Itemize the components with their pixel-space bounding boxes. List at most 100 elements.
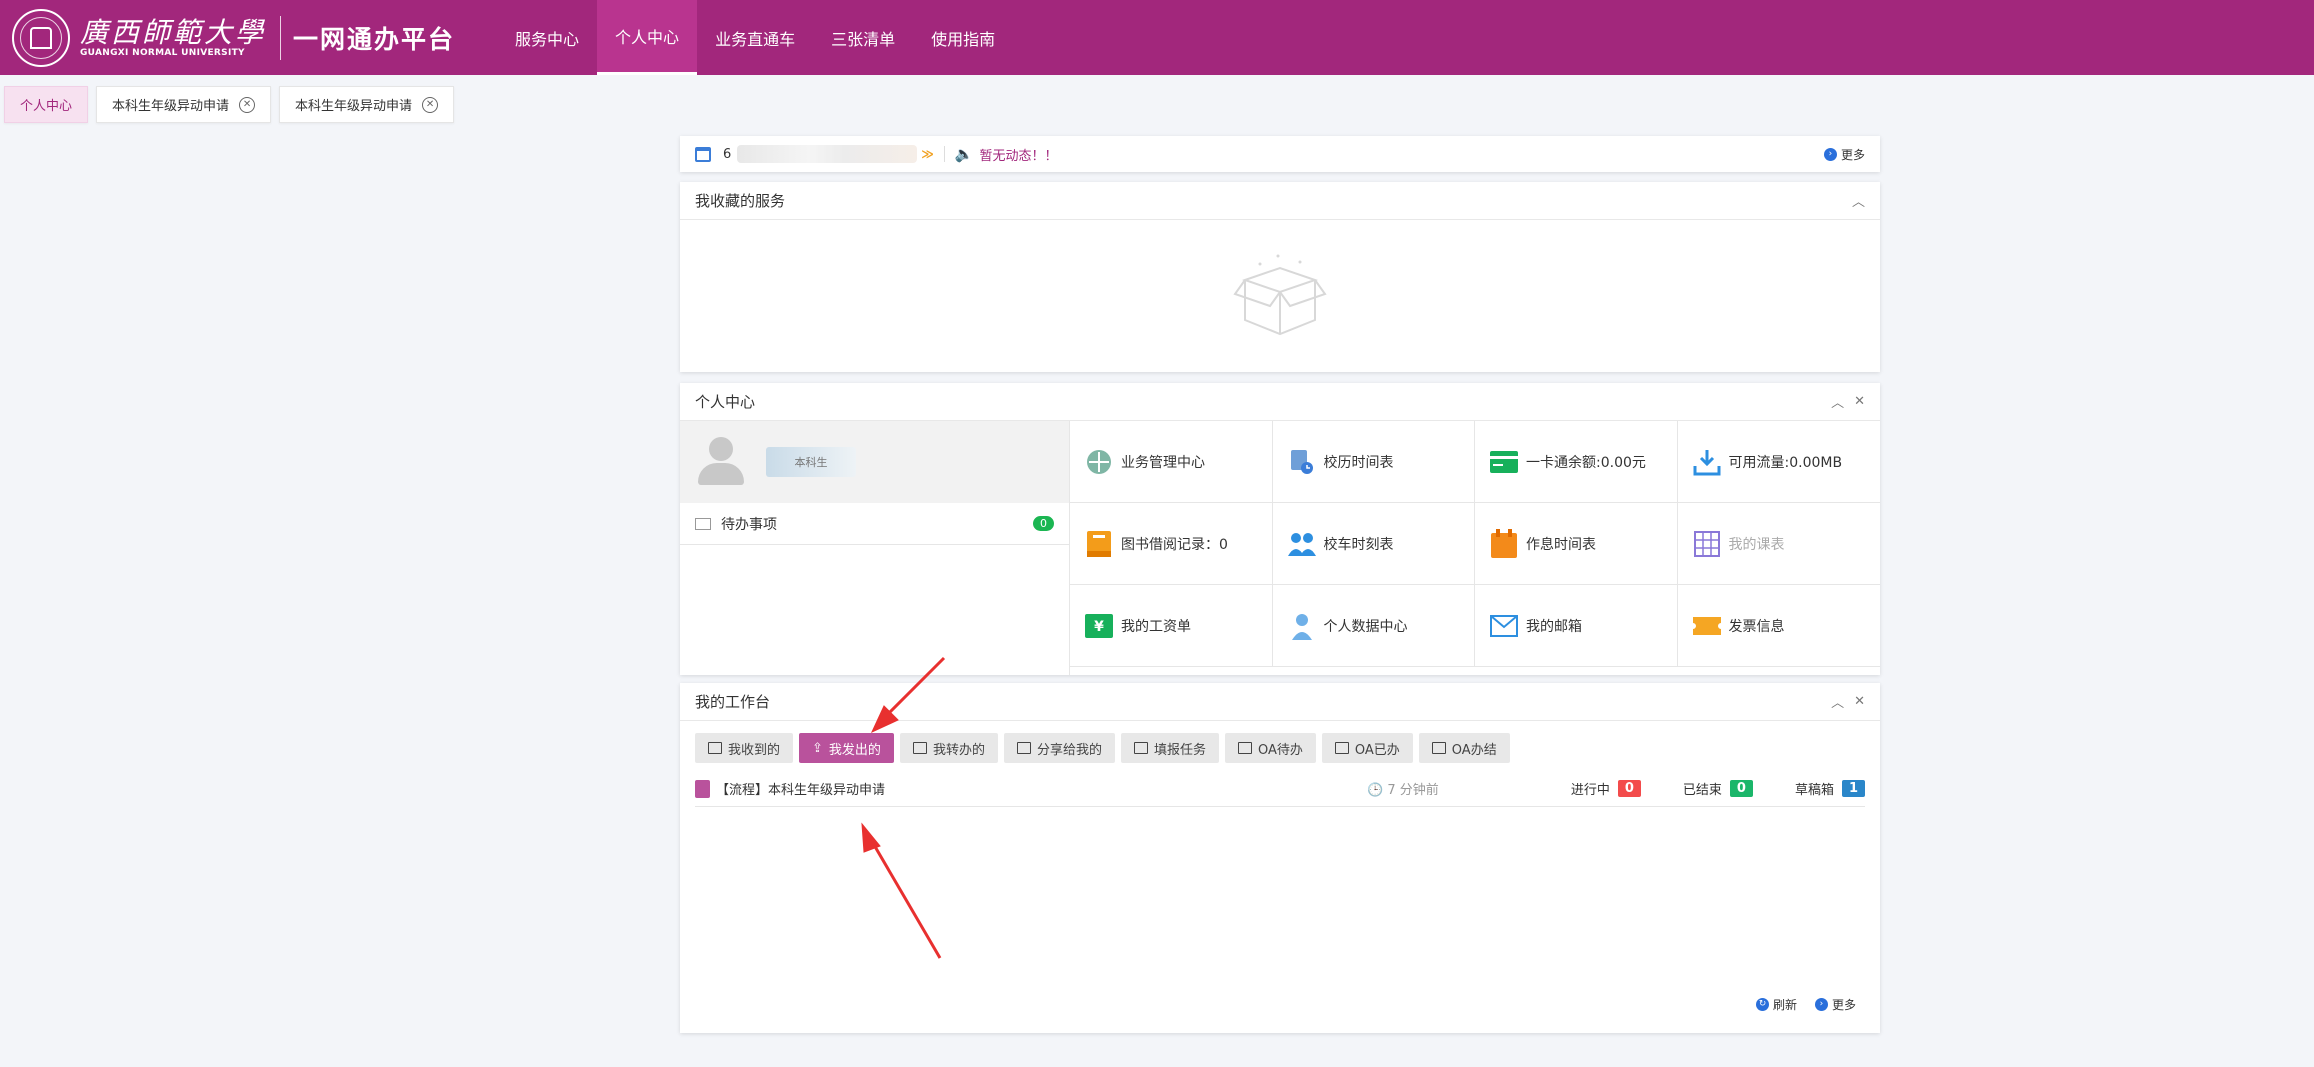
service-bus-schedule[interactable]: 校车时刻表 (1272, 503, 1475, 585)
news-more-link[interactable]: › 更多 (1823, 146, 1865, 163)
tab-label: 个人中心 (20, 99, 73, 114)
btn-transferred[interactable]: 我转办的 (899, 733, 998, 763)
personal-center-title: 个人中心 (695, 393, 756, 411)
service-my-timetable[interactable]: 我的课表 (1677, 503, 1880, 585)
service-label: 发票信息 (1728, 618, 1785, 635)
redacted-date (737, 145, 918, 163)
btn-label: OA待办 (1257, 742, 1303, 758)
book-icon (1084, 529, 1114, 559)
stat-finished[interactable]: 已结束 0 (1683, 779, 1753, 798)
calendar-icon (695, 146, 711, 162)
btn-fill-task[interactable]: 填报任务 (1120, 733, 1219, 763)
refresh-link[interactable]: ↻ 刷新 (1755, 996, 1797, 1013)
btn-oa-finished[interactable]: OA办结 (1418, 733, 1510, 763)
favorites-title: 我收藏的服务 (695, 192, 786, 210)
workbench-more-link[interactable]: › 更多 (1814, 996, 1856, 1013)
service-data-flow[interactable]: 可用流量:0.00MB (1677, 421, 1880, 503)
service-school-calendar[interactable]: 校历时间表 (1272, 421, 1475, 503)
collapse-icon[interactable]: ︿ (1852, 191, 1865, 210)
favorites-panel: 我收藏的服务 ︿ (680, 182, 1880, 372)
btn-shared-with-me[interactable]: 分享给我的 (1003, 733, 1115, 763)
close-icon[interactable]: ✕ (1854, 694, 1865, 709)
workflow-time: 🕒 7 分钟前 (1367, 783, 1439, 798)
service-label: 我的课表 (1728, 536, 1785, 553)
card-icon (1489, 447, 1519, 477)
btn-received[interactable]: 我收到的 (695, 733, 794, 763)
nav-service-center[interactable]: 服务中心 (497, 0, 597, 75)
workflow-row[interactable]: 【流程】本科生年级异动申请 🕒 7 分钟前 进行中 0 已结束 0 草稿箱 1 (695, 771, 1865, 807)
edit-icon (1334, 742, 1349, 754)
logo-divider (280, 15, 282, 60)
stat-drafts[interactable]: 草稿箱 1 (1795, 779, 1865, 798)
service-rest-schedule[interactable]: 作息时间表 (1475, 503, 1678, 585)
service-personal-data[interactable]: 个人数据中心 (1272, 585, 1475, 667)
people-icon (1287, 529, 1317, 559)
btn-label: OA办结 (1451, 742, 1497, 758)
close-icon[interactable]: ✕ (1854, 394, 1865, 409)
tab-grade-change-2[interactable]: 本科生年级异动申请 ✕ (279, 86, 455, 123)
service-my-email[interactable]: 我的邮箱 (1475, 585, 1678, 667)
service-label: 校历时间表 (1323, 454, 1394, 471)
service-label: 作息时间表 (1526, 536, 1596, 553)
collapse-icon[interactable]: ︿ (1831, 692, 1844, 711)
university-name-en: GUANGXI NORMAL UNIVERSITY (80, 47, 245, 58)
service-label: 校车时刻表 (1323, 536, 1394, 553)
workbench-filter-buttons: 我收到的 ⇪ 我发出的 我转办的 分享给我的 填报任务 OA待办 OA已办 OA办… (680, 733, 1880, 763)
person-icon (1287, 611, 1317, 641)
main-nav: 服务中心 个人中心 业务直通车 三张清单 使用指南 (497, 0, 1013, 75)
btn-label: OA已办 (1354, 742, 1400, 758)
upload-icon: ⇪ (812, 740, 823, 756)
close-icon[interactable]: ✕ (422, 96, 439, 113)
ticket-icon (1692, 611, 1722, 641)
workflow-title[interactable]: 【流程】本科生年级异动申请 (716, 779, 885, 798)
tab-grade-change-1[interactable]: 本科生年级异动申请 ✕ (96, 86, 272, 123)
btn-label: 我收到的 (728, 742, 781, 758)
service-library-records[interactable]: 图书借阅记录：0 (1070, 503, 1273, 585)
workbench-panel: 我的工作台 ︿ ✕ 我收到的 ⇪ 我发出的 我转办的 分享给我的 填报任务 OA待… (680, 683, 1880, 1033)
double-chevron-down-icon[interactable]: ≫ (921, 147, 934, 161)
tab-label: 本科生年级异动申请 (112, 99, 230, 114)
btn-sent[interactable]: ⇪ 我发出的 (799, 733, 894, 763)
nav-user-guide[interactable]: 使用指南 (913, 0, 1013, 75)
service-salary[interactable]: ¥ 我的工资单 (1070, 585, 1273, 667)
university-name: 廣西師範大學 (80, 15, 267, 49)
user-role: 本科生 (766, 447, 856, 477)
nav-business-express[interactable]: 业务直通车 (697, 0, 813, 75)
news-bar: 6 ≫ 🔈 暂无动态！！ › 更多 (680, 136, 1880, 172)
close-icon[interactable]: ✕ (239, 96, 256, 113)
salary-icon: ¥ (1084, 611, 1114, 641)
document-icon (695, 779, 710, 798)
personal-services-grid: 业务管理中心 校历时间表 一卡通余额:0.00元 可用流量:0.00MB 图书借… (1070, 421, 1880, 675)
service-card-balance[interactable]: 一卡通余额:0.00元 (1475, 421, 1678, 503)
share-icon (1016, 742, 1031, 754)
service-business-center[interactable]: 业务管理中心 (1070, 421, 1273, 503)
schedule-icon (1489, 528, 1519, 559)
refresh-icon: ↻ (1755, 998, 1769, 1011)
btn-oa-todo[interactable]: OA待办 (1224, 733, 1316, 763)
edit-icon (1237, 742, 1252, 754)
calendar-doc-icon (1287, 447, 1317, 477)
personal-center-panel: 个人中心 ︿ ✕ 本科生 待办事项 0 业务管理中心 校历时间表 一卡通余额:0… (680, 383, 1880, 675)
news-message: 暂无动态！！ (979, 148, 1058, 164)
btn-oa-done[interactable]: OA已办 (1321, 733, 1413, 763)
tab-label: 本科生年级异动申请 (295, 99, 413, 114)
user-profile[interactable]: 本科生 (680, 421, 1069, 503)
collapse-icon[interactable]: ︿ (1831, 392, 1844, 411)
todo-item[interactable]: 待办事项 0 (680, 503, 1069, 545)
service-label: 图书借阅记录：0 (1121, 536, 1228, 553)
service-label: 个人数据中心 (1323, 618, 1408, 635)
tab-personal-center[interactable]: 个人中心 (4, 86, 89, 123)
service-invoice[interactable]: 发票信息 (1677, 585, 1880, 667)
btn-label: 填报任务 (1153, 742, 1206, 758)
edit-icon (1431, 742, 1446, 754)
envelope-icon (1489, 611, 1519, 641)
stat-in-progress[interactable]: 进行中 0 (1571, 779, 1641, 798)
download-icon (1692, 447, 1722, 477)
todo-label: 待办事项 (721, 516, 777, 533)
table-icon (1692, 529, 1722, 559)
nav-personal-center[interactable]: 个人中心 (597, 0, 698, 75)
speaker-icon: 🔈 (954, 145, 974, 163)
page-tabs: 个人中心 本科生年级异动申请 ✕ 本科生年级异动申请 ✕ (4, 86, 455, 123)
university-logo[interactable]: 廣西師範大學 GUANGXI NORMAL UNIVERSITY 一网通办平台 (0, 0, 455, 75)
nav-three-lists[interactable]: 三张清单 (813, 0, 913, 75)
